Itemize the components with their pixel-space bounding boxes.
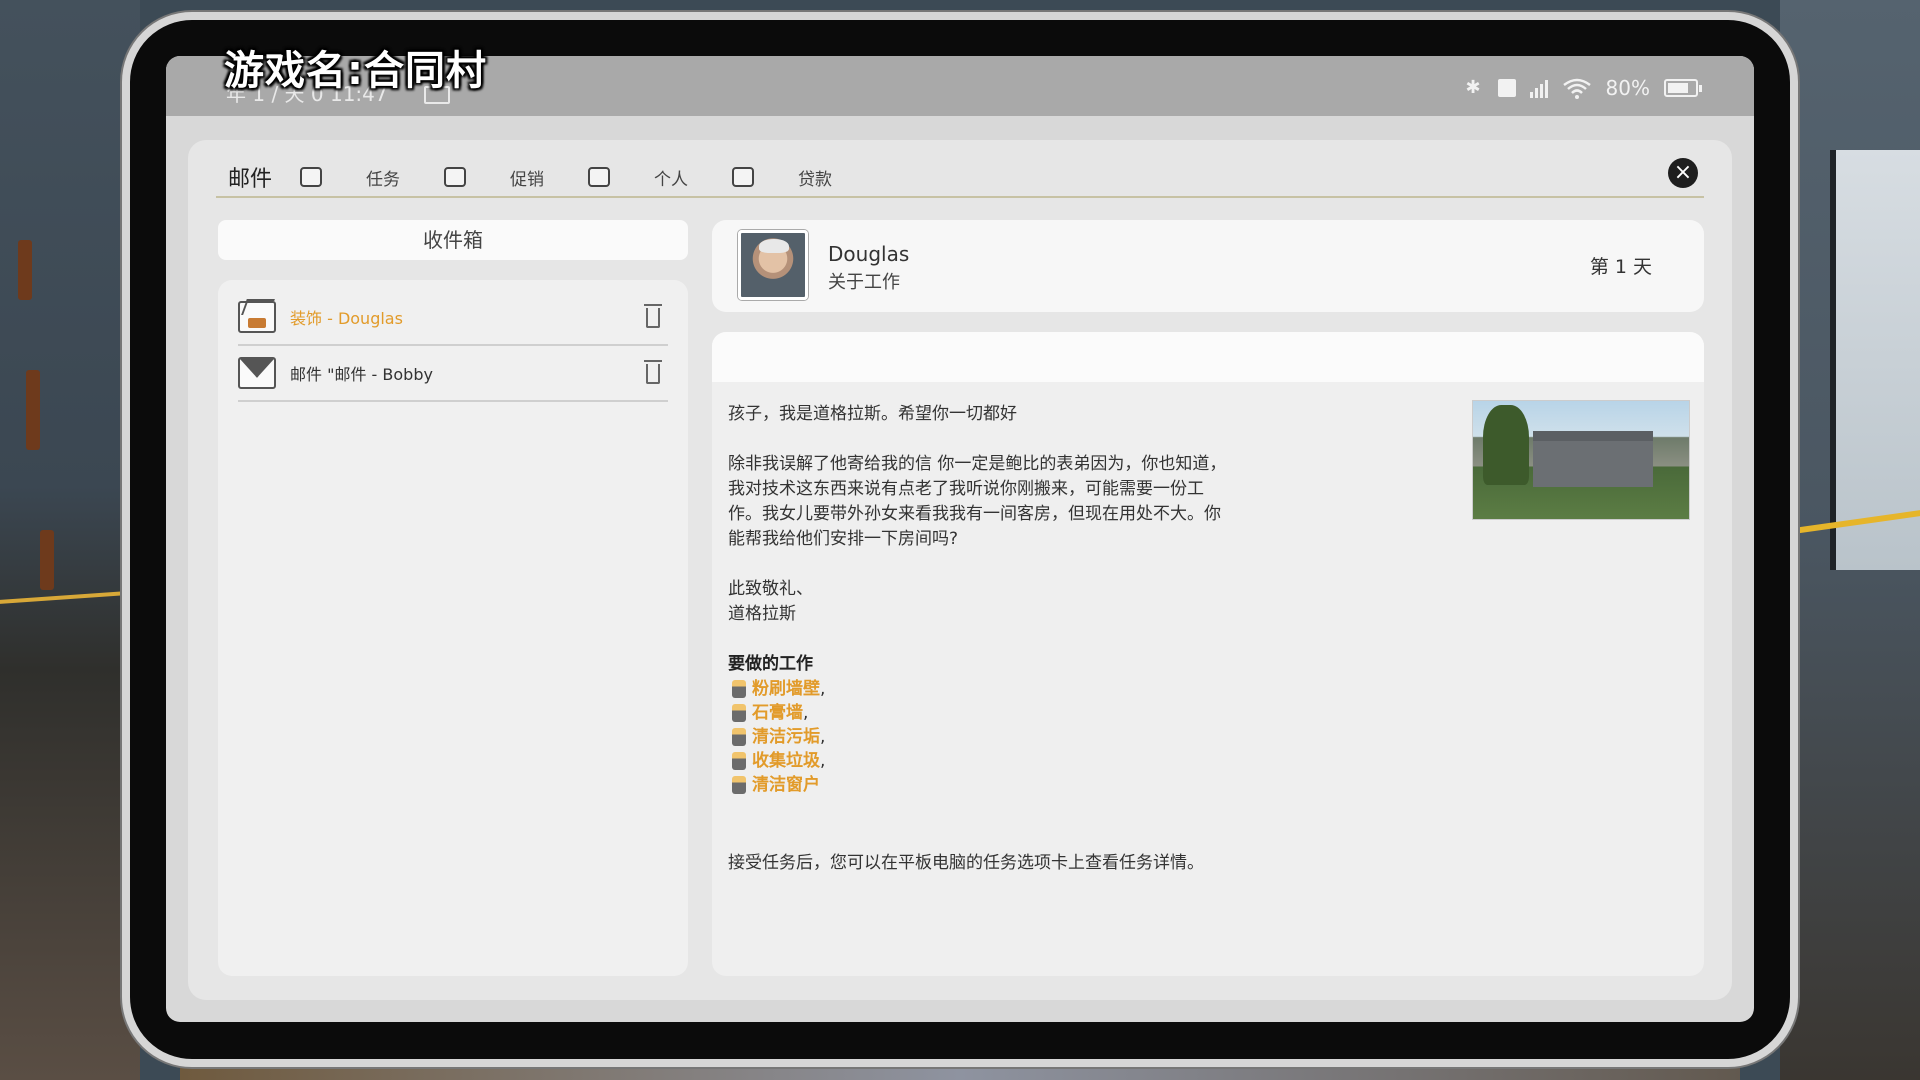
scene-hammer-3	[40, 530, 54, 590]
jobs-title: 要做的工作	[728, 654, 813, 674]
sender-avatar	[738, 230, 808, 300]
filter-label: 促销	[510, 169, 545, 190]
filter-label: 贷款	[798, 169, 833, 190]
status-indicators: ✱ 80%	[1465, 76, 1702, 100]
message-header: Douglas 关于工作 第 1 天	[712, 220, 1704, 312]
job-separator: ,	[820, 726, 826, 747]
inbox-header: 收件箱	[218, 220, 688, 260]
job-item: 清洁窗户	[728, 773, 1228, 797]
close-icon: ×	[1673, 160, 1693, 185]
filter-checkbox[interactable]	[444, 167, 467, 187]
trash-icon[interactable]	[644, 304, 662, 328]
message-footer: 接受任务后，您可以在平板电脑的任务选项卡上查看任务详情。	[728, 853, 1204, 873]
photo-tree	[1483, 405, 1529, 485]
tab-filter-loans[interactable]: 贷款	[732, 165, 832, 190]
message-greeting: 孩子，我是道格拉斯。希望你一切都好	[728, 404, 1017, 424]
mail-subject: 邮件 "邮件 - Bobby	[290, 365, 433, 384]
tab-filter-personal[interactable]: 个人	[588, 165, 688, 190]
plaster-icon	[732, 704, 746, 722]
message-signoff-2: 道格拉斯	[728, 604, 796, 624]
inbox-list: 装饰 - Douglas 邮件 "邮件 - Bobby	[218, 280, 688, 976]
tab-bar: 邮件 任务 促销 个人 贷款 ×	[216, 158, 1704, 198]
close-button[interactable]: ×	[1668, 158, 1698, 188]
sim-card-icon	[1497, 79, 1516, 97]
job-link[interactable]: 清洁污垢	[752, 725, 820, 750]
battery-icon	[1664, 79, 1702, 97]
tab-mail[interactable]: 邮件	[228, 161, 272, 193]
trash-bag-icon	[732, 752, 746, 770]
job-link[interactable]: 石膏墙	[752, 701, 803, 726]
message-paragraph: 除非我误解了他寄给我的信 你一定是鲍比的表弟因为，你也知道，我对技术这东西来说有…	[728, 454, 1227, 549]
filter-label: 个人	[654, 169, 689, 190]
job-item: 清洁污垢,	[728, 725, 1228, 749]
trash-icon[interactable]	[644, 360, 662, 384]
signal-strength-icon	[1529, 78, 1548, 98]
job-item: 粉刷墙壁,	[728, 677, 1228, 701]
mop-icon	[732, 728, 746, 746]
stream-title-overlay: 游戏名:合同村	[224, 48, 487, 94]
envelope-icon	[238, 357, 276, 389]
job-item: 石膏墙,	[728, 701, 1228, 725]
house-mail-icon	[238, 301, 276, 333]
list-item[interactable]: 装饰 - Douglas	[238, 290, 668, 346]
battery-percentage: 80%	[1605, 76, 1650, 100]
filter-label: 任务	[366, 169, 401, 190]
scene-whiteboard	[1830, 150, 1920, 570]
bluetooth-icon: ✱	[1465, 77, 1481, 98]
message-subject: 关于工作	[828, 272, 900, 293]
window-cleaner-icon	[732, 776, 746, 794]
message-signoff-1: 此致敬礼、	[728, 579, 813, 599]
message-body-banner	[712, 332, 1704, 382]
scene-hammer-1	[18, 240, 32, 300]
tab-filter-promotions[interactable]: 促销	[444, 165, 544, 190]
mail-subject: 装饰 - Douglas	[290, 309, 403, 328]
job-separator: ,	[820, 678, 826, 699]
job-separator: ,	[803, 702, 809, 723]
job-link[interactable]: 收集垃圾	[752, 749, 820, 774]
tab-filter-tasks[interactable]: 任务	[300, 165, 400, 190]
message-text: 孩子，我是道格拉斯。希望你一切都好 除非我误解了他寄给我的信 你一定是鲍比的表弟…	[728, 402, 1228, 797]
sender-name: Douglas	[828, 242, 910, 266]
job-link[interactable]: 清洁窗户	[752, 773, 820, 798]
filter-checkbox[interactable]	[588, 167, 611, 187]
scene-hammer-2	[26, 370, 40, 450]
message-body: 孩子，我是道格拉斯。希望你一切都好 除非我误解了他寄给我的信 你一定是鲍比的表弟…	[712, 332, 1704, 976]
paint-roller-icon	[732, 680, 746, 698]
mail-app-panel: 邮件 任务 促销 个人 贷款 × 收件箱 装饰 - Douglas 邮件 "邮件…	[188, 140, 1732, 1000]
scene-background-left	[0, 0, 140, 1080]
job-link[interactable]: 粉刷墙壁	[752, 677, 820, 702]
wifi-icon	[1562, 77, 1592, 99]
filter-checkbox[interactable]	[732, 167, 755, 187]
job-separator: ,	[820, 750, 826, 771]
photo-house	[1533, 431, 1653, 487]
filter-checkbox[interactable]	[300, 167, 323, 187]
list-item[interactable]: 邮件 "邮件 - Bobby	[238, 346, 668, 402]
house-photo	[1472, 400, 1690, 520]
job-item: 收集垃圾,	[728, 749, 1228, 773]
message-day: 第 1 天	[1589, 256, 1652, 278]
